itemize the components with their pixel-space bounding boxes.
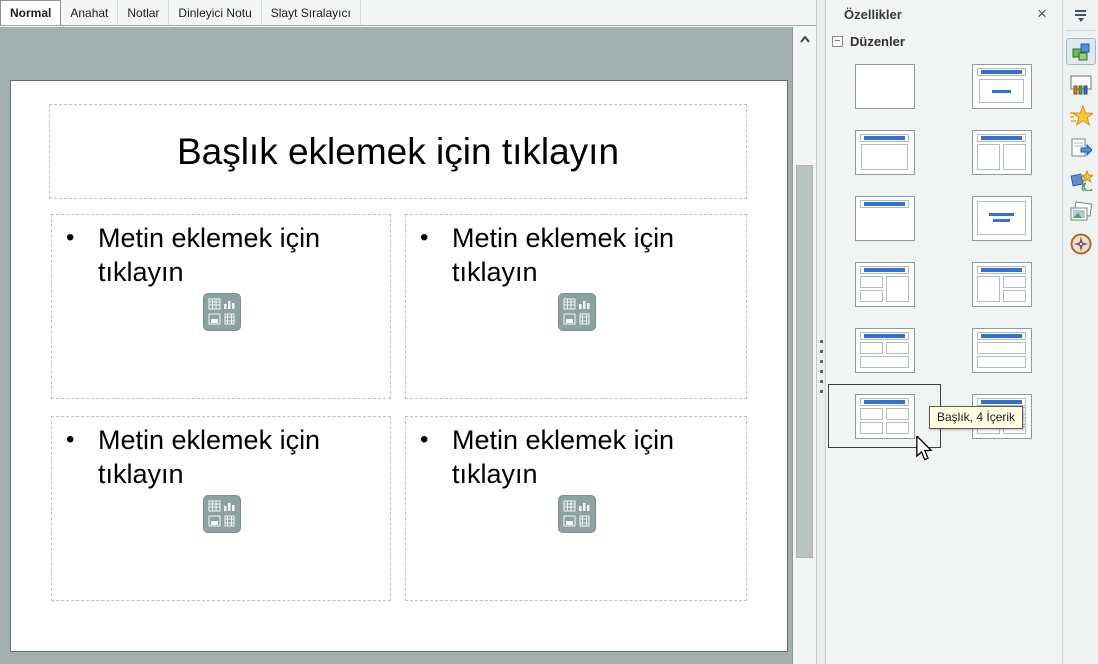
title-placeholder[interactable]: Başlık eklemek için tıklayın: [49, 104, 747, 199]
navigator-icon[interactable]: [1066, 230, 1096, 257]
content-placeholder[interactable]: •Metin eklemek için tıklayın: [405, 416, 747, 601]
content-placeholder[interactable]: •Metin eklemek için tıklayın: [51, 416, 391, 601]
layout-thumbnail: [972, 262, 1032, 307]
layout-title-2content-content[interactable]: [828, 252, 941, 316]
gallery-icon[interactable]: [1066, 198, 1096, 225]
layouts-section-label: Düzenler: [850, 34, 905, 49]
sidebar-tabbar: [1062, 0, 1098, 664]
layout-title-slide[interactable]: [945, 54, 1058, 118]
layout-thumbnail: [972, 64, 1032, 109]
content-placeholder-text: Metin eklemek için tıklayın: [98, 423, 380, 491]
layout-thumbnail: [972, 196, 1032, 241]
layouts-section-header: − Düzenler: [832, 34, 905, 49]
layout-title-2content-over-content[interactable]: [828, 318, 941, 382]
bullet: •: [64, 423, 98, 491]
insert-content-icon[interactable]: [203, 293, 241, 331]
layout-thumbnail: [855, 64, 915, 109]
layout-blank[interactable]: [828, 54, 941, 118]
vertical-scrollbar[interactable]: [792, 27, 816, 664]
layout-title-2content[interactable]: [945, 120, 1058, 184]
animation-icon[interactable]: [1066, 102, 1096, 129]
layout-thumbnail: [855, 394, 915, 439]
tab-slayt-s-ralay-c-[interactable]: Slayt Sıralayıcı: [262, 0, 361, 25]
layout-thumbnail: [855, 196, 915, 241]
collapse-icon[interactable]: −: [832, 36, 843, 47]
layout-title-content-2content[interactable]: [945, 252, 1058, 316]
content-placeholder-text: Metin eklemek için tıklayın: [452, 423, 736, 491]
slide-transition-icon[interactable]: [1066, 70, 1096, 97]
sidebar-splitter[interactable]: [816, 0, 826, 664]
bullet: •: [418, 423, 452, 491]
layout-thumbnail: [855, 328, 915, 373]
layout-thumbnail: [972, 130, 1032, 175]
master-slides-icon[interactable]: [1066, 134, 1096, 161]
tab-dinleyici-notu[interactable]: Dinleyici Notu: [169, 0, 261, 25]
sidebar-menu-icon[interactable]: [1069, 4, 1093, 26]
layout-tooltip: Başlık, 4 İçerik: [929, 406, 1023, 429]
insert-content-icon[interactable]: [558, 293, 596, 331]
layout-thumbnail: [972, 328, 1032, 373]
layout-thumbnail: [855, 130, 915, 175]
view-tabbar: NormalAnahatNotlarDinleyici NotuSlayt Sı…: [0, 0, 816, 26]
separator: [1066, 30, 1096, 31]
scroll-up-button[interactable]: [795, 29, 815, 49]
insert-content-icon[interactable]: [203, 495, 241, 533]
tab-notlar[interactable]: Notlar: [118, 0, 169, 25]
impress-window: NormalAnahatNotlarDinleyici NotuSlayt Sı…: [0, 0, 1098, 664]
panel-title: Özellikler: [844, 7, 902, 22]
bullet: •: [418, 221, 452, 289]
insert-content-icon[interactable]: [558, 495, 596, 533]
properties-panel: Özellikler × − Düzenler: [826, 0, 1062, 664]
layout-centered-text[interactable]: [945, 186, 1058, 250]
scrollbar-thumb[interactable]: [796, 165, 813, 558]
layout-thumbnail: [855, 262, 915, 307]
mouse-cursor-icon: [913, 436, 935, 467]
content-placeholder[interactable]: •Metin eklemek için tıklayın: [405, 214, 747, 399]
content-placeholder-grid: •Metin eklemek için tıklayın•Metin eklem…: [51, 214, 747, 601]
tab-normal[interactable]: Normal: [0, 0, 61, 25]
close-icon[interactable]: ×: [1032, 4, 1052, 24]
layout-title-content-over-content[interactable]: [945, 318, 1058, 382]
chevron-up-icon: [800, 36, 810, 43]
styles-icon[interactable]: [1066, 166, 1096, 193]
layout-title-content[interactable]: [828, 120, 941, 184]
layouts-grid: [826, 53, 1062, 449]
content-placeholder-text: Metin eklemek için tıklayın: [98, 221, 380, 289]
content-placeholder[interactable]: •Metin eklemek için tıklayın: [51, 214, 391, 399]
tab-anahat[interactable]: Anahat: [61, 0, 118, 25]
slide-workspace[interactable]: Başlık eklemek için tıklayın •Metin ekle…: [0, 27, 792, 664]
properties-icon[interactable]: [1066, 38, 1096, 65]
splitter-grip-icon: [820, 340, 823, 393]
bullet: •: [64, 221, 98, 289]
panel-header: Özellikler ×: [826, 0, 1062, 30]
content-placeholder-text: Metin eklemek için tıklayın: [452, 221, 736, 289]
layout-title-only[interactable]: [828, 186, 941, 250]
slide-canvas[interactable]: Başlık eklemek için tıklayın •Metin ekle…: [10, 80, 788, 652]
